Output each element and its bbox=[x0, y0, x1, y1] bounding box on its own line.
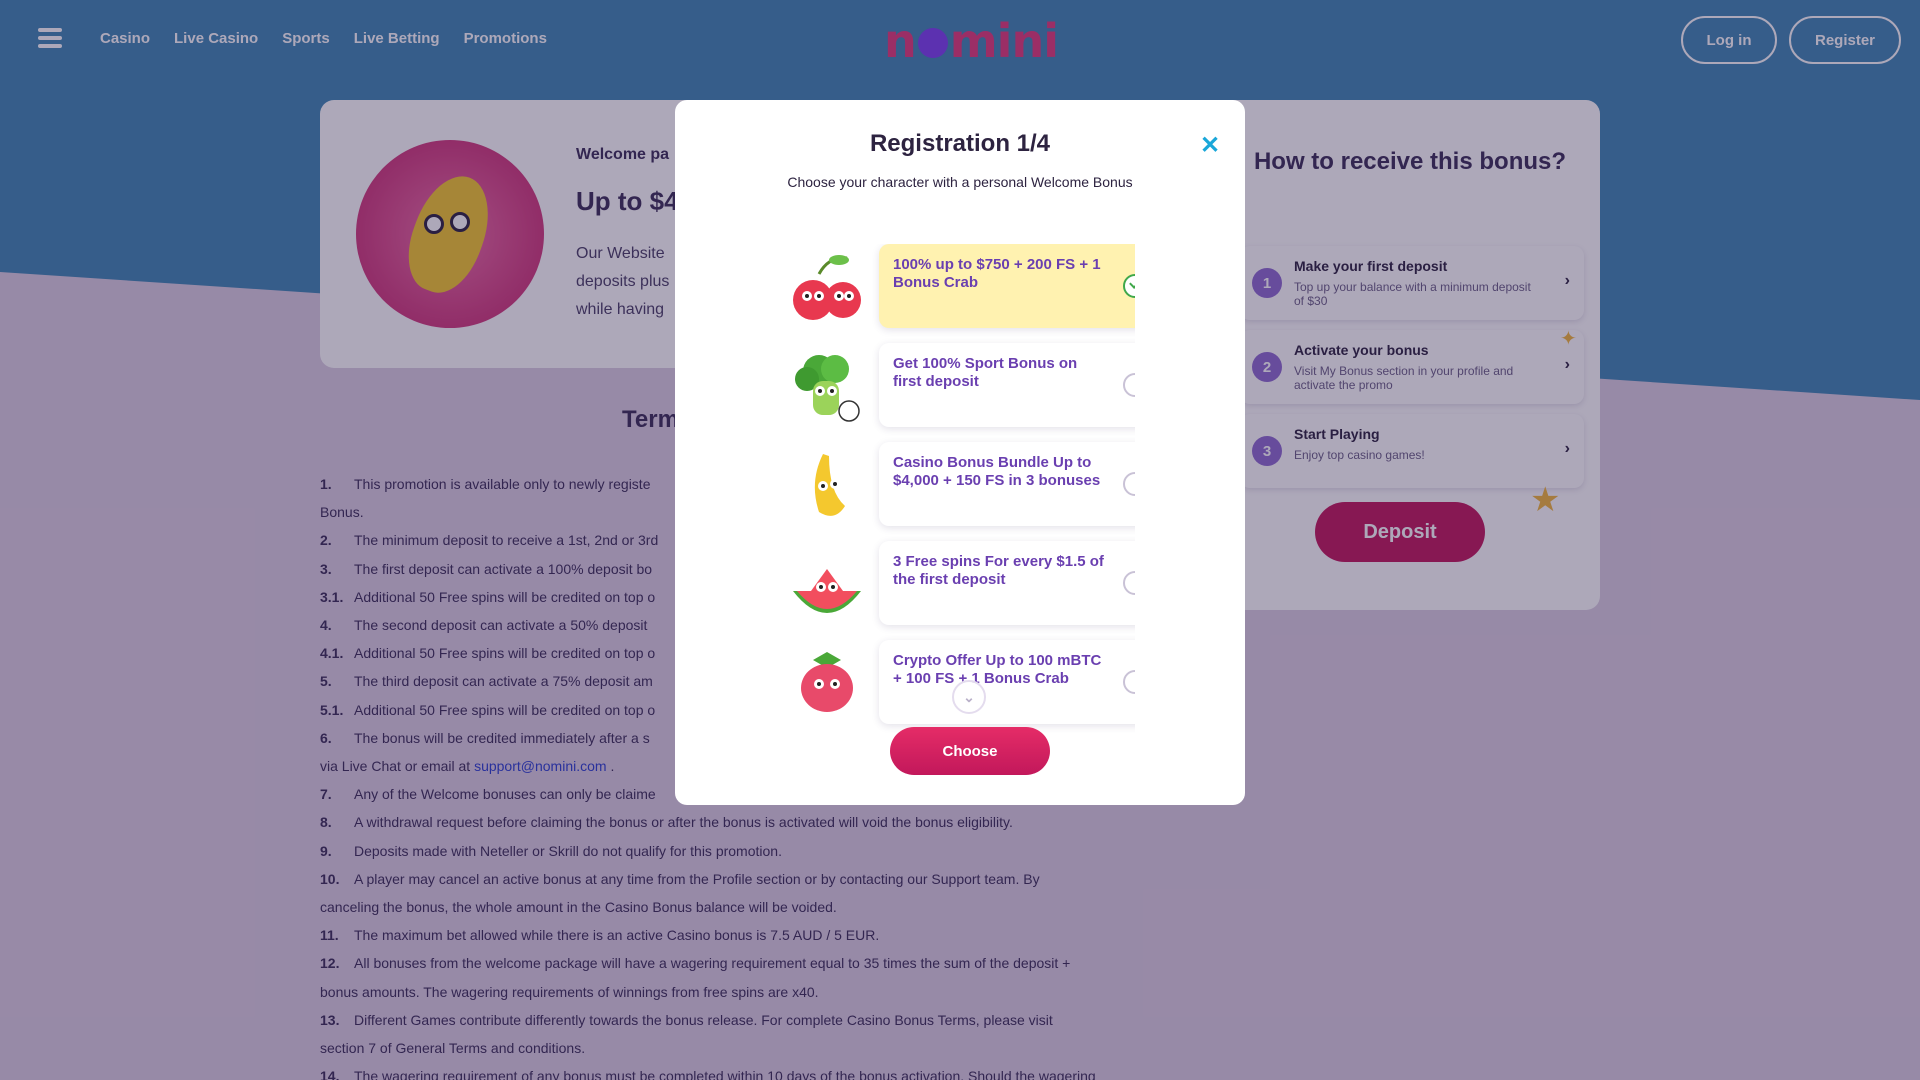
close-icon[interactable]: ✕ bbox=[1195, 130, 1225, 160]
bonus-option-label: 3 Free spins For every $1.5 of the first… bbox=[893, 553, 1104, 588]
choose-button[interactable]: Choose bbox=[890, 727, 1050, 775]
bonus-option-card[interactable]: Crypto Offer Up to 100 mBTC + 100 FS + 1… bbox=[879, 640, 1135, 724]
radio-empty-icon[interactable] bbox=[1123, 670, 1135, 694]
bonus-option-card[interactable]: 3 Free spins For every $1.5 of the first… bbox=[879, 541, 1135, 625]
modal-title: Registration 1/4 bbox=[869, 130, 1051, 157]
bonus-option-sport[interactable]: Get 100% Sport Bonus on first deposit bbox=[785, 343, 1135, 427]
modal-subtitle: Choose your character with a personal We… bbox=[787, 174, 1133, 190]
broccoli-mascot-icon bbox=[795, 355, 860, 422]
radio-empty-icon[interactable] bbox=[1123, 472, 1135, 496]
bonus-option-card[interactable]: 100% up to $750 + 200 FS + 1 Bonus Crab bbox=[879, 244, 1135, 328]
bonus-option-label: Get 100% Sport Bonus on first deposit bbox=[893, 355, 1078, 390]
bonus-option-card[interactable]: Casino Bonus Bundle Up to $4,000 + 150 F… bbox=[879, 442, 1135, 526]
watermelon-mascot-icon bbox=[793, 569, 861, 613]
bonus-option-label: Casino Bonus Bundle Up to $4,000 + 150 F… bbox=[893, 454, 1101, 489]
strawberry-mascot-icon bbox=[801, 652, 853, 712]
radio-empty-icon[interactable] bbox=[1123, 373, 1135, 397]
bonus-option-label: 100% up to $750 + 200 FS + 1 Bonus Crab bbox=[893, 256, 1101, 291]
radio-checked-icon[interactable] bbox=[1123, 274, 1135, 298]
bonus-option-label: Crypto Offer Up to 100 mBTC + 100 FS + 1… bbox=[893, 652, 1102, 687]
scroll-down-icon[interactable]: ⌄ bbox=[952, 680, 986, 714]
bonus-option-free-spins[interactable]: 3 Free spins For every $1.5 of the first… bbox=[785, 541, 1135, 625]
bonus-option-card[interactable]: Get 100% Sport Bonus on first deposit bbox=[879, 343, 1135, 427]
registration-modal: Registration 1/4 ✕ Choose your character… bbox=[675, 100, 1245, 805]
cherry-mascot-icon bbox=[793, 255, 861, 320]
bonus-option-casino-bundle[interactable]: Casino Bonus Bundle Up to $4,000 + 150 F… bbox=[785, 442, 1135, 526]
radio-empty-icon[interactable] bbox=[1123, 571, 1135, 595]
bonus-options: 100% up to $750 + 200 FS + 1 Bonus Crab … bbox=[785, 244, 1135, 800]
bonus-option-casino-750[interactable]: 100% up to $750 + 200 FS + 1 Bonus Crab bbox=[785, 244, 1135, 328]
banana-mascot-icon bbox=[814, 454, 845, 516]
